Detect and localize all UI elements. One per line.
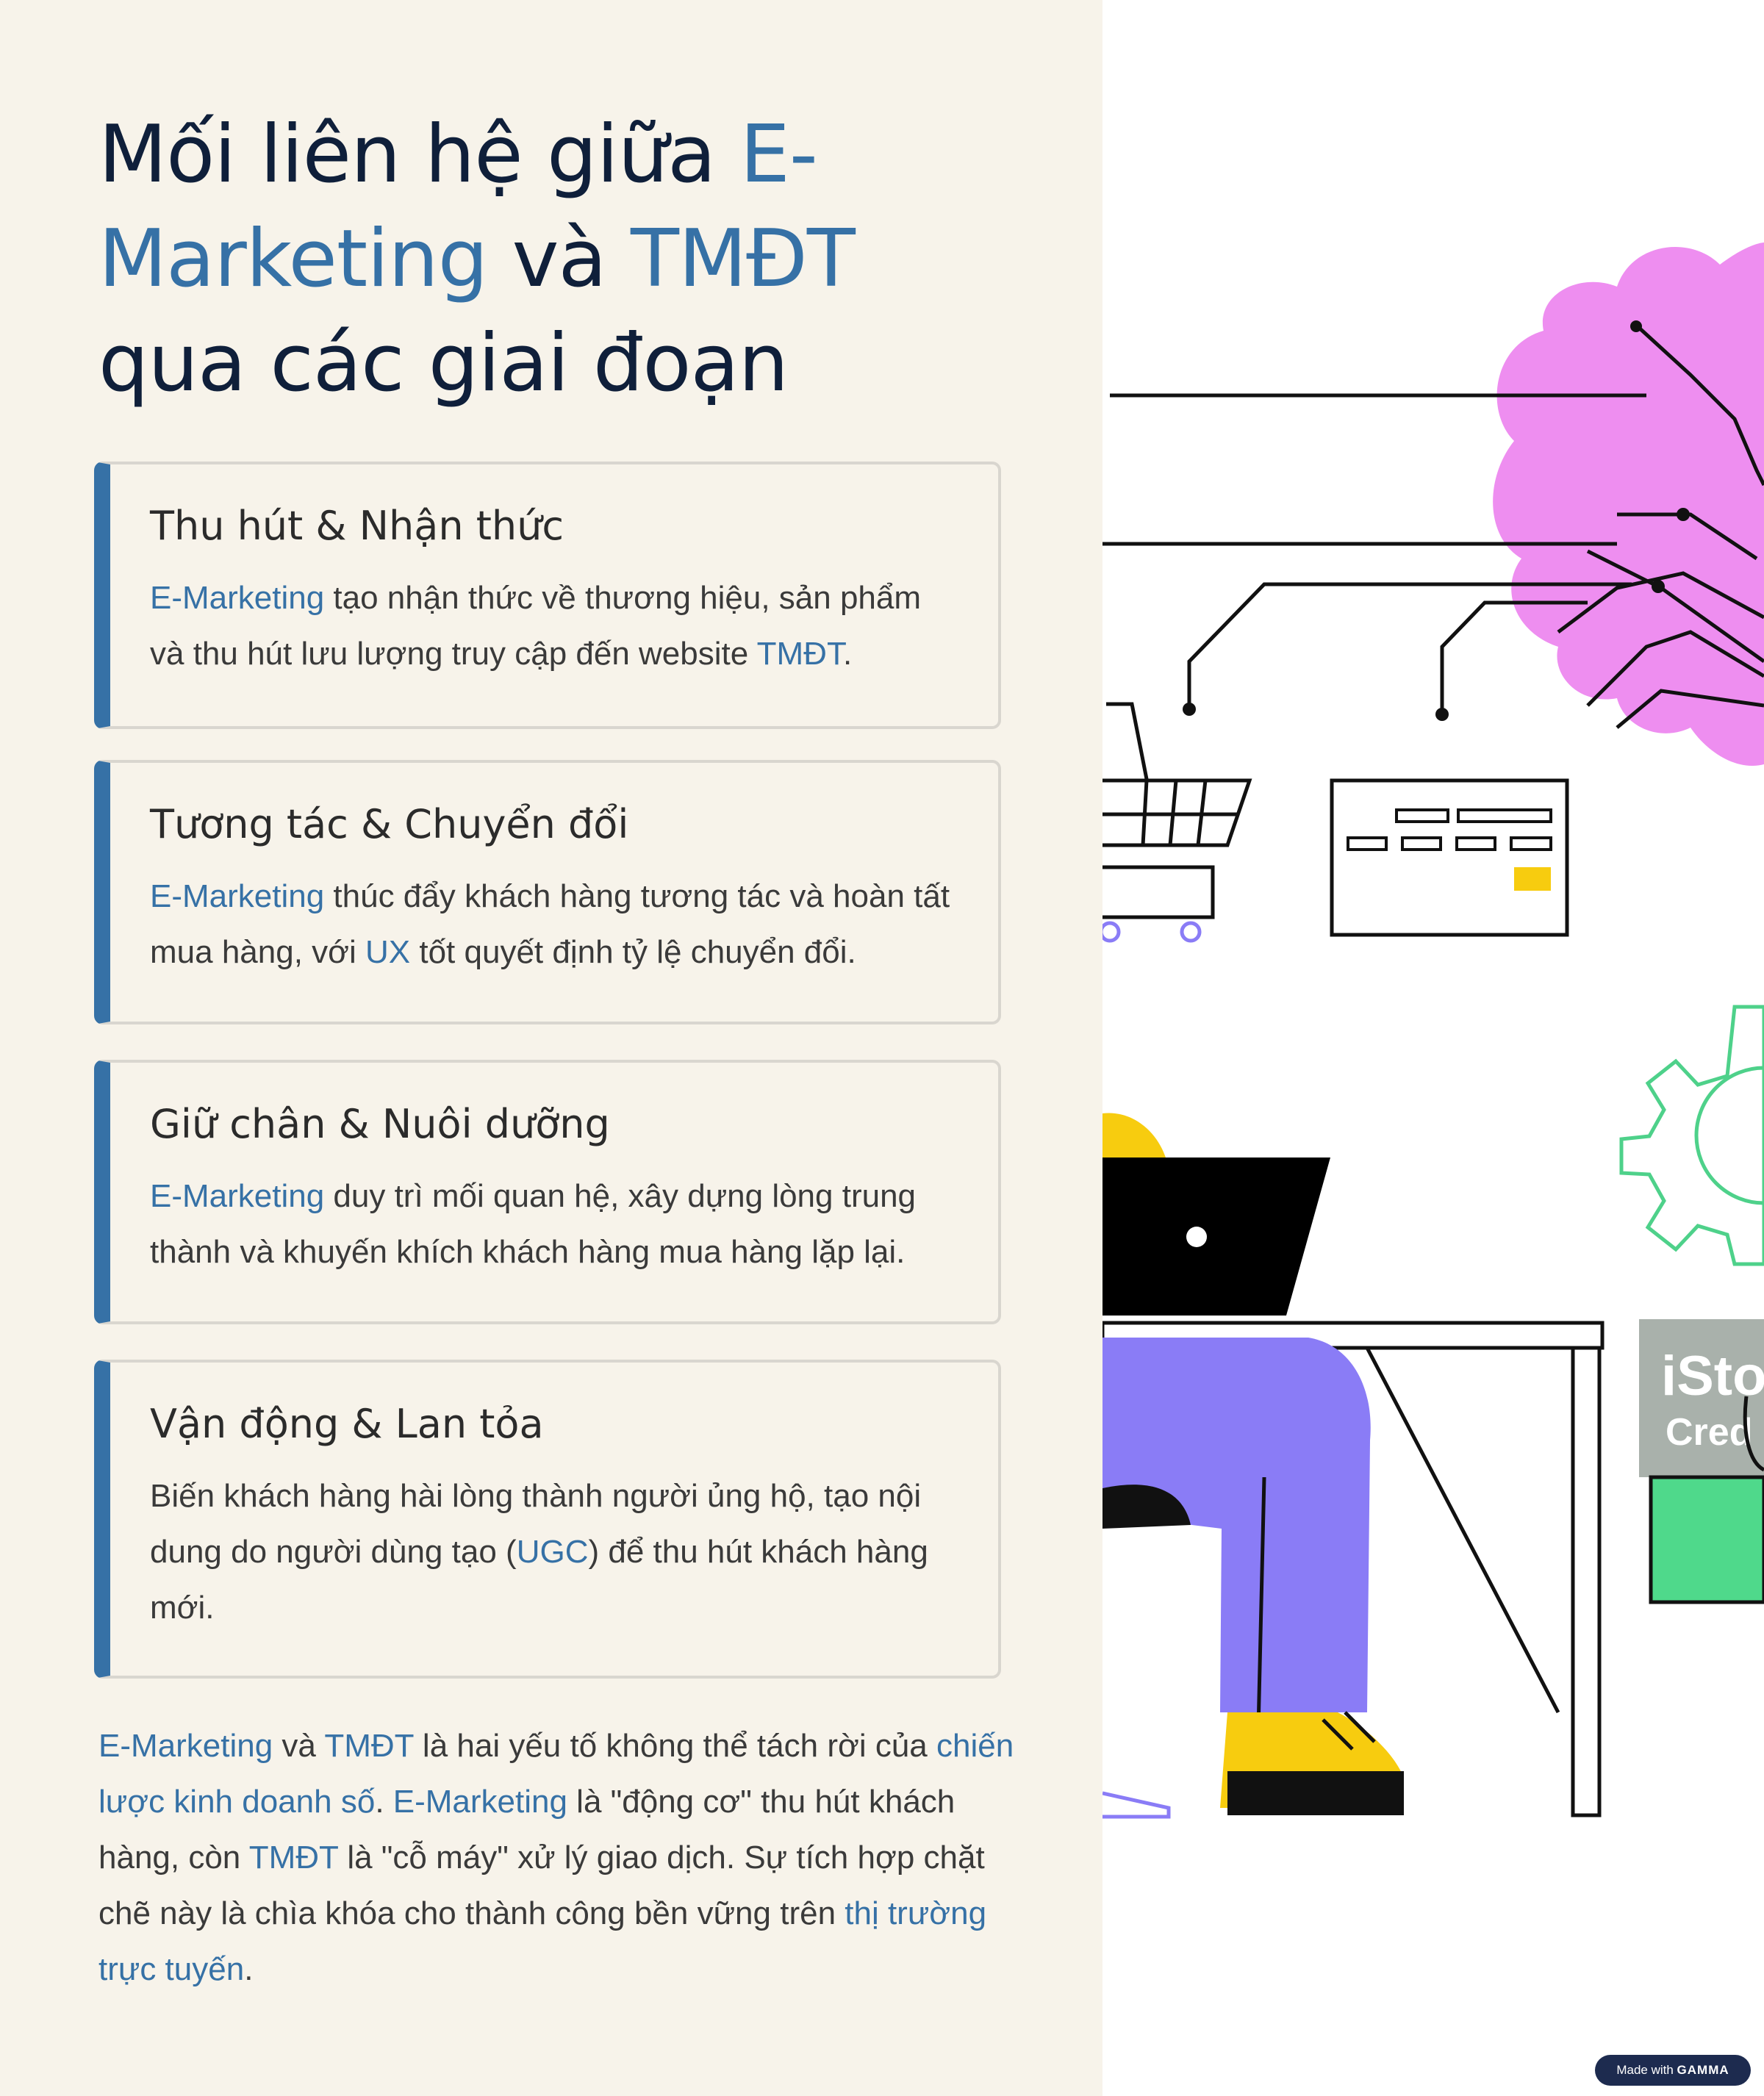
stage-card-awareness: Thu hút & Nhận thức E-Marketing tạo nhận… [94, 462, 1001, 729]
gear-icon [1619, 1005, 1764, 1266]
term-highlight: E-Marketing [150, 878, 325, 914]
card-heading: Giữ chân & Nuôi dưỡng [150, 1101, 610, 1147]
watermark-text: Cred [1666, 1411, 1752, 1454]
card-text: E-Marketing thúc đẩy khách hàng tương tá… [150, 869, 961, 980]
ecommerce-illustration: iSto Cred [1102, 243, 1764, 1819]
credit-card-icon [1330, 778, 1569, 937]
stage-card-conversion: Tương tác & Chuyển đổi E-Marketing thúc … [94, 760, 1001, 1024]
title-text: qua các giai đoạn [98, 317, 789, 409]
card-text: E-Marketing duy trì mối quan hệ, xây dựn… [150, 1169, 961, 1280]
stage-card-retention: Giữ chân & Nuôi dưỡng E-Marketing duy tr… [94, 1060, 1001, 1324]
term-highlight: TMĐT [324, 1728, 414, 1764]
circuit-node [1183, 703, 1196, 716]
term-highlight: E-Marketing [150, 580, 325, 616]
card-heading: Vận động & Lan tỏa [150, 1401, 544, 1447]
brain-icon [1493, 243, 1764, 766]
illustration-panel: iSto Cred [1102, 0, 1764, 2096]
term-highlight: TMĐT [248, 1840, 339, 1876]
person-at-laptop [1102, 1113, 1605, 1819]
badge-prefix: Made with [1616, 2063, 1677, 2077]
watermark-text: iSto [1661, 1345, 1764, 1407]
term-highlight: UGC [516, 1534, 589, 1570]
term-highlight: E-Marketing [98, 1728, 273, 1764]
term-highlight: E-Marketing [392, 1784, 567, 1820]
closing-text-run: là hai yếu tố không thể tách rời của [413, 1728, 936, 1764]
closing-text-run: và [273, 1728, 325, 1764]
title-highlight: Marketing [98, 213, 488, 305]
card-text-run: . [842, 636, 853, 672]
gamma-logo-text: GAMMA [1677, 2063, 1729, 2077]
card-text: E-Marketing tạo nhận thức về thương hiệu… [150, 570, 961, 682]
term-highlight: TMĐT [756, 636, 843, 672]
circuit-node [1435, 708, 1449, 721]
title-text: và [487, 213, 631, 305]
card-heading: Tương tác & Chuyển đổi [150, 801, 629, 847]
made-with-gamma-badge[interactable]: Made with GAMMA [1595, 2055, 1751, 2086]
title-highlight: TMĐT [631, 213, 856, 305]
card-text: Biến khách hàng hài lòng thành người ủng… [150, 1468, 961, 1636]
closing-text-run: . [244, 1951, 254, 1987]
term-highlight: E-Marketing [150, 1178, 325, 1214]
closing-paragraph: E-Marketing và TMĐT là hai yếu tố không … [98, 1718, 1025, 1998]
title-text: Mối liên hệ giữa [98, 109, 740, 201]
closing-text-run: . [375, 1784, 393, 1820]
stage-card-advocacy: Vận động & Lan tỏa Biến khách hàng hài l… [94, 1360, 1001, 1679]
card-text-run: tốt quyết định tỷ lệ chuyển đổi. [410, 934, 856, 970]
card-heading: Thu hút & Nhận thức [150, 503, 564, 549]
content-panel: Mối liên hệ giữa E- Marketing và TMĐT qua … [0, 0, 1102, 2096]
page-title: Mối liên hệ giữa E- Marketing và TMĐT qua … [98, 103, 1054, 416]
shopping-cart-icon [1102, 702, 1252, 943]
title-highlight: E- [739, 109, 818, 201]
term-highlight: UX [365, 934, 411, 970]
